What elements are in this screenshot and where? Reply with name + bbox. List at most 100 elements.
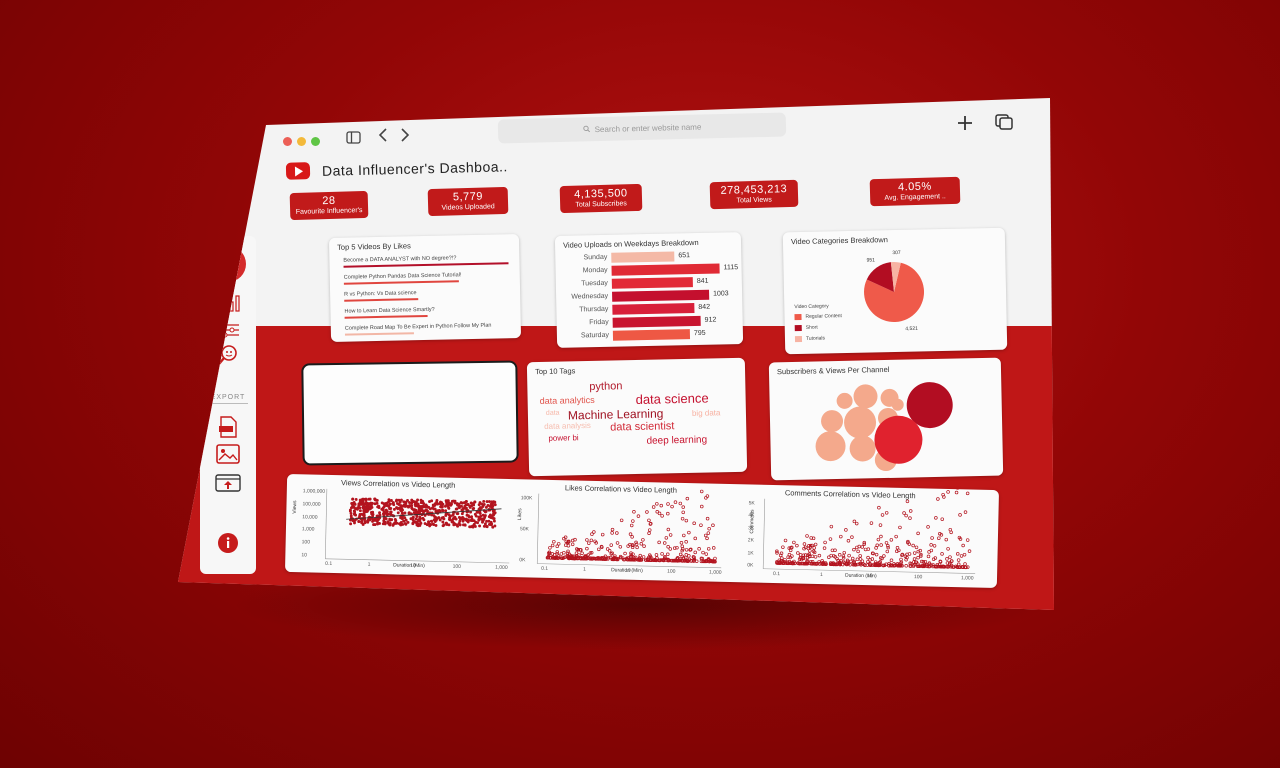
- kpi-avg-engagement: 4.05% Avg. Engagement ..: [869, 176, 961, 207]
- scatter-point: [351, 497, 355, 501]
- scatter-point: [642, 544, 646, 548]
- scatter-point: [707, 526, 711, 531]
- minimize-window-button[interactable]: [297, 137, 306, 146]
- scatter-point: [403, 516, 407, 520]
- scatter-point: [449, 502, 453, 506]
- scatter-point: [673, 500, 678, 504]
- tag-word: deep learning: [646, 434, 708, 447]
- scatter-point: [354, 497, 358, 501]
- scatter-point: [447, 517, 451, 521]
- scatter-point: [444, 509, 448, 513]
- scatter-point: [678, 501, 683, 506]
- weekday-bar: [611, 277, 693, 289]
- pie-legend-item: Tutorials: [794, 335, 825, 343]
- scatter-point: [610, 531, 614, 535]
- x-tick-label: 1: [583, 566, 586, 573]
- scatter-point: [462, 523, 465, 527]
- scatter-point: [456, 512, 460, 516]
- scatter-point: [812, 546, 816, 550]
- close-window-button[interactable]: [283, 137, 292, 146]
- scatter-point: [388, 518, 392, 522]
- scatter-point: [419, 498, 423, 502]
- weekday-label: Monday: [582, 266, 608, 275]
- y-tick-label: 1,000: [301, 526, 315, 533]
- back-icon[interactable]: [378, 128, 388, 146]
- scatter-point: [450, 499, 454, 503]
- info-button[interactable]: [200, 532, 256, 554]
- scatter-point: [414, 508, 418, 512]
- scatter-point: [585, 546, 589, 551]
- search-insights-nav-icon[interactable]: [200, 344, 256, 366]
- maximize-window-button[interactable]: [311, 137, 320, 146]
- scatter-point: [470, 517, 474, 521]
- tag-word: data analysis: [544, 420, 591, 431]
- scatter-point: [477, 515, 481, 519]
- pie-legend-item: Regular Content: [794, 313, 842, 321]
- scatter-point: [805, 534, 809, 538]
- scatter-point: [394, 499, 398, 503]
- empty-visual-placeholder: [303, 362, 517, 464]
- channel-bubble-chart: [815, 382, 953, 472]
- scatter-point: [491, 516, 495, 520]
- scatter-point: [469, 501, 473, 505]
- scatter-point: [878, 523, 883, 527]
- scatter-point: [869, 521, 874, 525]
- analytics-nav-icon[interactable]: [200, 294, 256, 312]
- export-image-icon[interactable]: [200, 444, 256, 464]
- scatter-point: [376, 504, 380, 508]
- legend-swatch: [794, 324, 802, 332]
- export-web-icon[interactable]: [200, 474, 256, 492]
- profile-avatar[interactable]: [200, 246, 256, 282]
- scatter-point: [863, 547, 868, 552]
- scatter-point: [697, 547, 701, 551]
- scatter-point: [477, 503, 481, 507]
- scatter-point: [954, 490, 959, 495]
- tabs-overview-icon[interactable]: [994, 113, 1014, 135]
- scatter-point: [874, 546, 878, 550]
- scatter-point: [487, 519, 491, 523]
- scatter-point: [447, 523, 451, 527]
- scatter-point: [371, 519, 374, 523]
- scatter-point: [482, 524, 486, 528]
- scatter-point: [948, 555, 952, 559]
- x-tick-label: 100: [667, 568, 676, 575]
- scatter-point: [700, 504, 704, 509]
- scatter-point: [705, 536, 709, 541]
- subscribers-views-card: Subscribers & Views Per Channel: [768, 357, 1004, 481]
- scatter-point: [409, 517, 413, 521]
- scatter-point: [478, 511, 482, 515]
- video-categories-card: Video Categories Breakdown 4,521 951 307 V…: [782, 227, 1008, 355]
- scatter-point: [965, 491, 970, 496]
- sidebar-toggle-icon[interactable]: [346, 131, 361, 148]
- scatter-point: [365, 508, 369, 512]
- scatter-point: [478, 524, 482, 528]
- scatter-point: [860, 545, 865, 549]
- scatter-point: [419, 501, 423, 505]
- top-video-label: Become a DATA ANALYST with NO degree?!?: [343, 255, 457, 264]
- filters-nav-icon[interactable]: [200, 322, 256, 338]
- pie-value-label: 951: [867, 257, 876, 263]
- scatter-point: [439, 502, 443, 506]
- pie-value-label: 307: [892, 250, 901, 256]
- browser-window: Search or enter website name Data Influe…: [178, 98, 1054, 610]
- channel-bubble: [849, 435, 876, 462]
- scatter-point: [866, 560, 870, 564]
- scatter-point: [444, 521, 448, 525]
- scatter-point: [679, 541, 684, 545]
- scatter-point: [958, 513, 962, 517]
- scatter-point: [795, 543, 799, 548]
- address-bar[interactable]: Search or enter website name: [497, 112, 787, 144]
- scatter-point: [441, 520, 445, 524]
- new-tab-icon[interactable]: [956, 112, 974, 138]
- scatter-point: [882, 554, 886, 558]
- forward-icon[interactable]: [400, 128, 410, 146]
- weekday-bar: [612, 289, 710, 302]
- channel-bubble: [836, 392, 853, 409]
- top-video-bar: [343, 280, 459, 285]
- export-pdf-icon[interactable]: [200, 416, 256, 438]
- scatter-point: [655, 502, 659, 506]
- scatter-point: [956, 558, 961, 562]
- scatter-point: [354, 513, 358, 517]
- scatter-point: [822, 546, 827, 550]
- scatter-point: [481, 518, 485, 522]
